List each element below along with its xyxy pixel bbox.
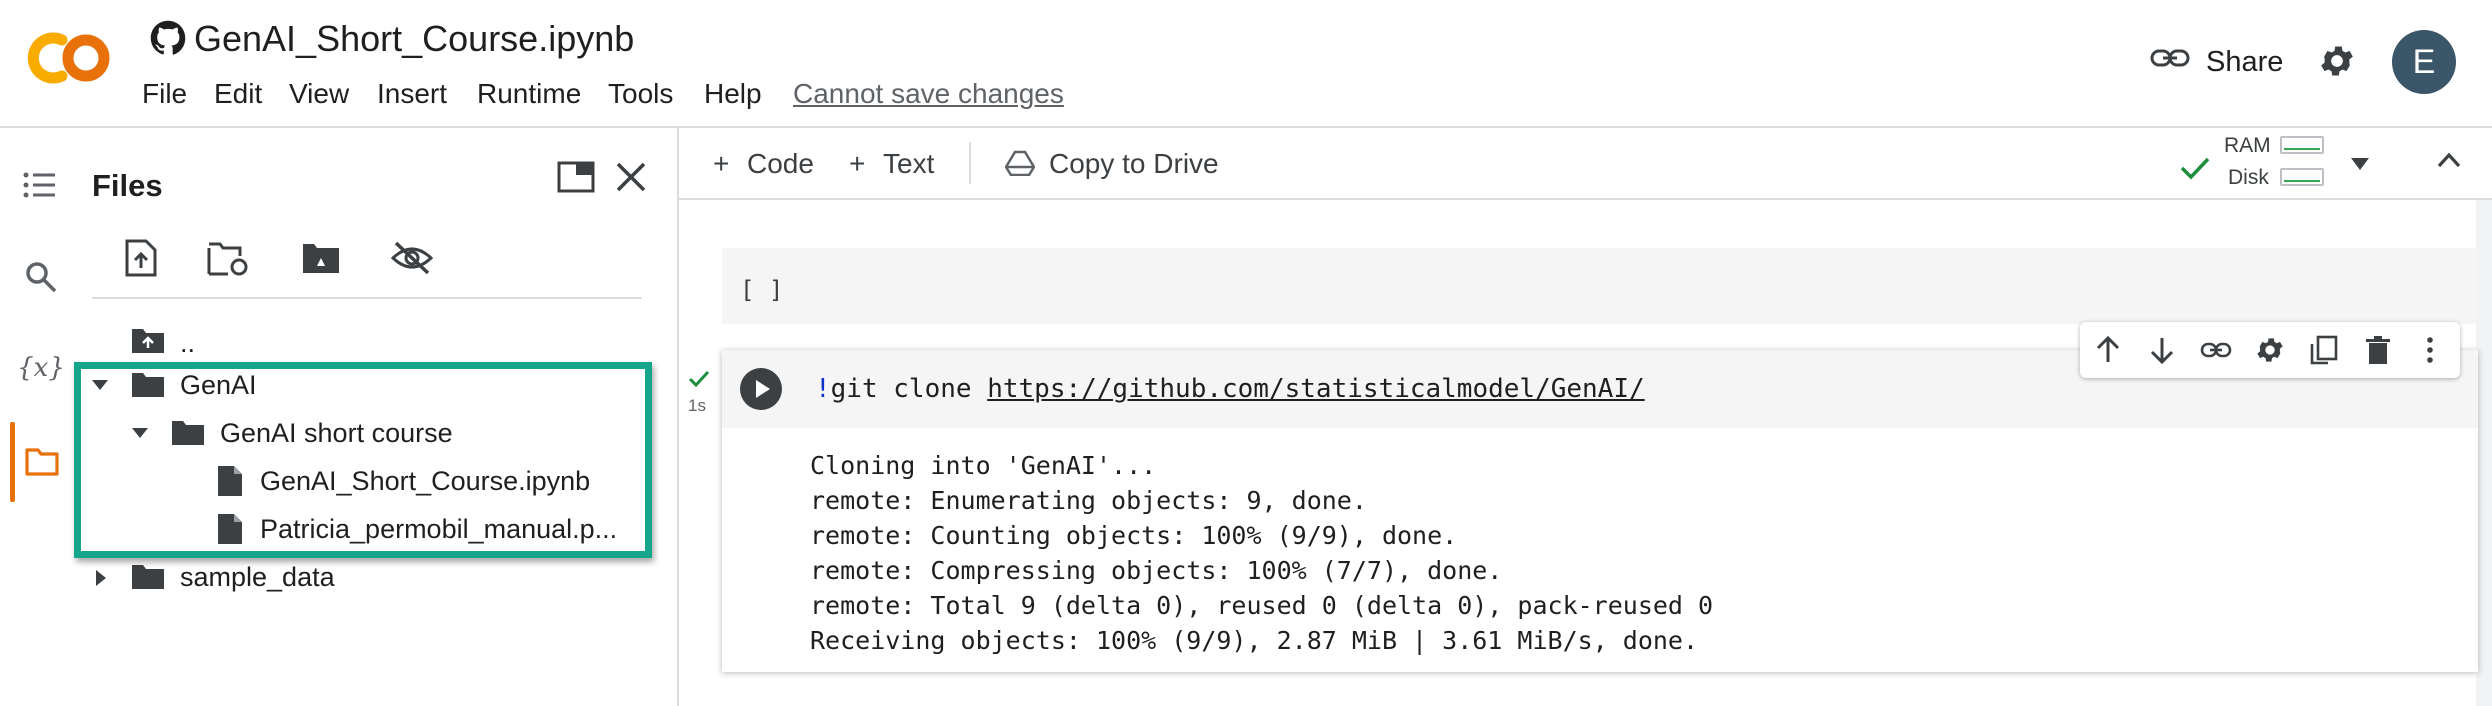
drive-icon [1005, 150, 1035, 176]
tree-item-sample-data-folder[interactable]: sample_data [92, 556, 652, 602]
highlight-annotation-box [74, 362, 652, 558]
panel-divider[interactable] [677, 128, 679, 706]
colab-logo[interactable] [26, 26, 114, 90]
github-icon [150, 20, 186, 56]
output-line: remote: Enumerating objects: 9, done. [810, 486, 1367, 515]
more-options-icon[interactable] [2414, 334, 2446, 366]
ram-label[interactable]: RAM [2224, 134, 2271, 158]
collapse-header-icon[interactable] [2437, 152, 2461, 168]
rail-active-indicator [10, 422, 15, 502]
tree-item-label: sample_data [180, 562, 335, 592]
plus-icon: + [713, 148, 730, 179]
disk-label[interactable]: Disk [2228, 166, 2269, 190]
files-folder-icon[interactable] [24, 446, 60, 478]
execution-time: 1s [688, 396, 706, 415]
close-panel-icon[interactable] [614, 160, 648, 194]
cell-action-toolbar [2080, 322, 2460, 378]
files-panel-title: Files [92, 168, 163, 203]
add-text-label[interactable]: Text [883, 148, 934, 180]
code-command: git clone [830, 374, 988, 404]
output-line: Cloning into 'GenAI'... [810, 451, 1157, 480]
cell-output: Cloning into 'GenAI'... remote: Enumerati… [810, 448, 1713, 658]
svg-text:{x}: {x} [20, 353, 62, 383]
notebook-title[interactable]: GenAI_Short_Course.ipynb [194, 18, 634, 60]
add-code-label[interactable]: Code [747, 148, 814, 180]
cell-settings-gear-icon[interactable] [2254, 334, 2286, 366]
connected-check-icon [2179, 156, 2211, 180]
folder-icon [130, 562, 166, 592]
mirror-cell-icon[interactable] [2308, 334, 2340, 366]
ram-meter[interactable] [2280, 136, 2324, 154]
menu-file[interactable]: File [142, 78, 187, 110]
notebook-scrollbar[interactable] [2476, 200, 2492, 706]
disk-meter[interactable] [2280, 168, 2324, 186]
empty-code-cell[interactable] [722, 248, 2478, 324]
cell-execution-prompt: [ ] [740, 276, 784, 304]
code-url-link[interactable]: https://github.com/statisticalmodel/GenA… [987, 374, 1644, 404]
menu-edit[interactable]: Edit [214, 78, 262, 110]
menu-tools[interactable]: Tools [608, 78, 673, 110]
settings-gear-icon[interactable] [2317, 41, 2357, 81]
menu-runtime[interactable]: Runtime [477, 78, 581, 110]
code-line[interactable]: !git clone https://github.com/statistica… [815, 374, 1645, 404]
refresh-folder-icon[interactable] [206, 240, 250, 278]
shell-bang: ! [815, 374, 831, 404]
tree-item-label: .. [180, 328, 196, 358]
save-status-link[interactable]: Cannot save changes [793, 78, 1064, 110]
plus-icon: + [849, 148, 866, 179]
mount-drive-icon[interactable] [300, 240, 342, 276]
toc-icon[interactable] [22, 170, 58, 200]
notebook-toolbar: + Code + Text Copy to Drive RAM Disk [679, 128, 2492, 200]
top-header: GenAI_Short_Course.ipynb File Edit View … [0, 0, 2492, 128]
output-line: remote: Compressing objects: 100% (7/7),… [810, 556, 1503, 585]
share-label[interactable]: Share [2206, 46, 2283, 79]
files-toolbar-divider [92, 297, 642, 299]
toolbar-divider [969, 142, 971, 184]
search-icon[interactable] [24, 260, 58, 294]
execution-success-check-icon [688, 370, 714, 388]
ram-meter-fill [2284, 148, 2320, 150]
hide-hidden-files-icon[interactable] [390, 240, 434, 276]
menu-insert[interactable]: Insert [377, 78, 447, 110]
variables-icon[interactable]: {x} [20, 348, 62, 388]
upload-file-icon[interactable] [124, 238, 158, 278]
move-cell-down-icon[interactable] [2146, 334, 2178, 366]
open-in-tab-icon[interactable] [556, 160, 596, 194]
user-avatar[interactable]: E [2392, 30, 2456, 94]
runtime-dropdown-icon[interactable] [2351, 158, 2369, 170]
play-icon [756, 380, 770, 398]
link-icon [2150, 44, 2190, 74]
output-line: remote: Counting objects: 100% (9/9), do… [810, 521, 1458, 550]
menu-view[interactable]: View [289, 78, 349, 110]
copy-to-drive-button[interactable]: Copy to Drive [1049, 148, 1219, 180]
git-clone-code-cell[interactable]: !git clone https://github.com/statistica… [722, 350, 2478, 672]
caret-right-icon[interactable] [96, 570, 106, 586]
output-line: Receiving objects: 100% (9/9), 2.87 MiB … [810, 626, 1699, 655]
delete-cell-trash-icon[interactable] [2362, 334, 2394, 366]
output-line: remote: Total 9 (delta 0), reused 0 (del… [810, 591, 1714, 620]
run-cell-button[interactable] [740, 368, 782, 410]
disk-meter-fill [2284, 180, 2320, 182]
folder-up-icon [130, 326, 166, 356]
menu-help[interactable]: Help [704, 78, 762, 110]
move-cell-up-icon[interactable] [2092, 334, 2124, 366]
link-to-cell-icon[interactable] [2200, 334, 2232, 366]
